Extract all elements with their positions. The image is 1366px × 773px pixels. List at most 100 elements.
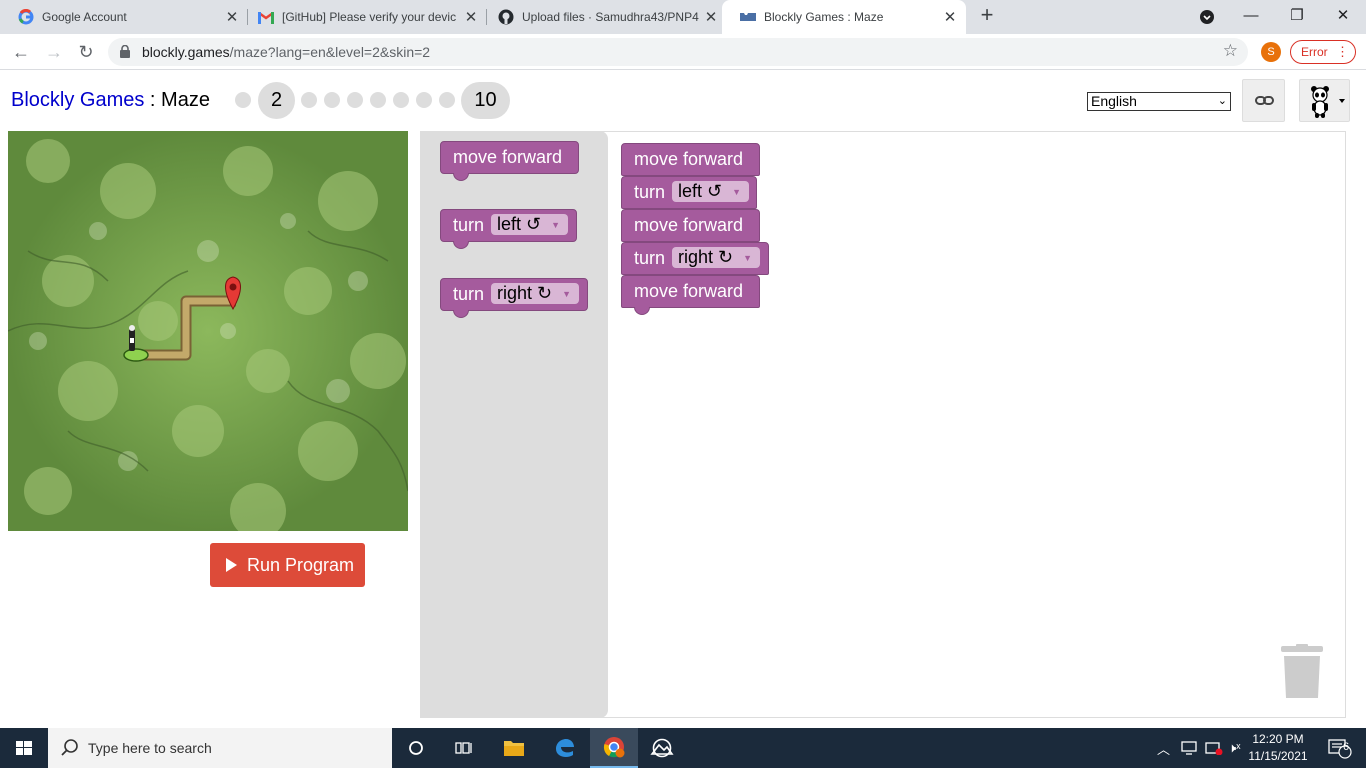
- chevron-down-icon: ⌄: [1217, 95, 1227, 107]
- reload-icon[interactable]: ↻: [74, 40, 98, 64]
- skin-picker-button[interactable]: [1299, 79, 1350, 122]
- toolbox-block-move-forward[interactable]: move forward: [440, 141, 579, 181]
- program-block-move-forward[interactable]: move forward: [621, 143, 760, 176]
- program-block-turn-right[interactable]: turn right ↻ ▼: [621, 242, 769, 275]
- direction-dropdown[interactable]: right ↻ ▼: [491, 283, 580, 304]
- restore-button[interactable]: ❐: [1274, 0, 1320, 34]
- tab-title: Upload files · Samudhra43/PNP4: [522, 10, 699, 24]
- task-view-icon[interactable]: [440, 728, 488, 768]
- level-max[interactable]: 10: [461, 82, 510, 119]
- level-5-dot[interactable]: [347, 92, 363, 108]
- address-bar[interactable]: blockly.games/maze?lang=en&level=2&skin=…: [108, 38, 1248, 66]
- block-label: turn: [634, 248, 666, 268]
- block-label: move forward: [453, 147, 563, 167]
- tab-title: Blockly Games : Maze: [764, 10, 884, 24]
- level-current[interactable]: 2: [258, 82, 295, 119]
- dropdown-caret-icon: ▼: [551, 220, 561, 230]
- dropdown-value: right ↻: [678, 247, 734, 267]
- level-7-dot[interactable]: [393, 92, 409, 108]
- file-explorer-icon[interactable]: [490, 728, 538, 768]
- system-clock[interactable]: 12:20 PM 11/15/2021: [1248, 731, 1308, 765]
- program-block-move-forward[interactable]: move forward: [621, 275, 760, 315]
- browser-tab-strip: Google Account ✕ [GitHub] Please verify …: [0, 0, 1366, 34]
- back-icon[interactable]: ←: [9, 40, 33, 64]
- cortana-icon[interactable]: [392, 728, 440, 768]
- profile-avatar[interactable]: S: [1261, 42, 1281, 62]
- chrome-taskbar-icon[interactable]: [590, 728, 638, 768]
- link-button[interactable]: [1242, 79, 1285, 122]
- program-block-turn-left[interactable]: turn left ↺ ▼: [621, 176, 757, 209]
- program-block-move-forward[interactable]: move forward: [621, 209, 760, 242]
- minimize-button[interactable]: —: [1228, 0, 1274, 34]
- close-tab-icon[interactable]: ✕: [701, 8, 721, 26]
- direction-dropdown[interactable]: left ↺ ▼: [672, 181, 750, 202]
- windows-logo-icon: [16, 741, 32, 755]
- level-3-dot[interactable]: [301, 92, 317, 108]
- level-6-dot[interactable]: [370, 92, 386, 108]
- player-character: [129, 325, 135, 351]
- run-program-label: Run Program: [247, 555, 355, 575]
- taskbar-search-box[interactable]: Type here to search: [48, 728, 392, 768]
- show-hidden-icons[interactable]: ︿: [1157, 728, 1170, 768]
- direction-dropdown[interactable]: left ↺ ▼: [491, 214, 569, 235]
- error-label: Error: [1301, 45, 1328, 59]
- game-name: Maze: [161, 89, 210, 111]
- search-icon: [61, 739, 78, 756]
- gmail-icon: [258, 9, 274, 25]
- notification-center-icon[interactable]: 6: [1320, 728, 1360, 768]
- language-value: English: [1091, 93, 1137, 109]
- battery-icon[interactable]: [1205, 728, 1223, 768]
- blockly-games-link[interactable]: Blockly Games: [11, 89, 144, 111]
- network-icon[interactable]: [1181, 728, 1197, 768]
- new-tab-button[interactable]: +: [976, 4, 998, 27]
- error-button[interactable]: Error ⋮: [1290, 40, 1356, 64]
- dropdown-caret-icon: ▼: [562, 289, 572, 299]
- edge-icon[interactable]: [540, 728, 588, 768]
- github-icon: [498, 9, 514, 25]
- tab-title: [GitHub] Please verify your devic: [282, 10, 457, 24]
- level-4-dot[interactable]: [324, 92, 340, 108]
- tab-github-upload[interactable]: Upload files · Samudhra43/PNP4 ✕: [480, 0, 727, 34]
- tab-search-button[interactable]: [1184, 0, 1230, 34]
- url-host: blockly.games: [142, 44, 230, 60]
- toolbox-block-turn-right[interactable]: turn right ↻ ▼: [440, 278, 588, 318]
- tab-google-account[interactable]: Google Account ✕: [0, 0, 248, 34]
- browser-toolbar: ← → ↻ blockly.games/maze?lang=en&level=2…: [0, 34, 1366, 70]
- block-label: turn: [453, 284, 485, 304]
- notification-count: 6: [1343, 741, 1350, 753]
- panda-icon: [1311, 86, 1345, 118]
- level-1-dot[interactable]: [235, 92, 251, 108]
- toolbox-block-turn-left[interactable]: turn left ↺ ▼: [440, 209, 577, 249]
- block-label: turn: [453, 215, 485, 235]
- lock-icon: [120, 44, 130, 58]
- direction-dropdown[interactable]: right ↻ ▼: [672, 247, 761, 268]
- dropdown-caret-icon: ▼: [732, 187, 742, 197]
- dropdown-value: right ↻: [497, 283, 553, 303]
- play-icon: [226, 558, 237, 572]
- windows-start-button[interactable]: [0, 728, 48, 768]
- close-tab-icon[interactable]: ✕: [222, 8, 242, 26]
- block-label: move forward: [634, 149, 744, 169]
- clock-date: 11/15/2021: [1248, 749, 1308, 763]
- level-9-dot[interactable]: [439, 92, 455, 108]
- level-8-dot[interactable]: [416, 92, 432, 108]
- block-label: turn: [634, 182, 666, 202]
- close-tab-icon[interactable]: ✕: [461, 8, 481, 26]
- more-menu-icon[interactable]: ⋮: [1336, 41, 1349, 63]
- forward-icon[interactable]: →: [42, 40, 66, 64]
- blockly-icon: [740, 9, 756, 25]
- photos-icon[interactable]: [638, 728, 686, 768]
- page-title: Blockly Games : Maze: [11, 89, 210, 112]
- google-icon: [18, 9, 34, 25]
- trash-can-icon[interactable]: [1281, 644, 1323, 700]
- close-window-button[interactable]: ✕: [1320, 0, 1366, 34]
- volume-muted-icon[interactable]: 🕨ˣ: [1228, 728, 1240, 768]
- dropdown-caret-icon: ▼: [743, 253, 753, 263]
- bookmark-star-icon[interactable]: ☆: [1223, 41, 1238, 61]
- dropdown-value: left ↺: [497, 214, 542, 234]
- tab-blockly-maze[interactable]: Blockly Games : Maze ✕: [722, 0, 966, 34]
- language-select[interactable]: English ⌄: [1087, 92, 1231, 111]
- run-program-button[interactable]: Run Program: [210, 543, 365, 587]
- close-tab-icon[interactable]: ✕: [940, 8, 960, 26]
- tab-github-email[interactable]: [GitHub] Please verify your devic ✕: [240, 0, 487, 34]
